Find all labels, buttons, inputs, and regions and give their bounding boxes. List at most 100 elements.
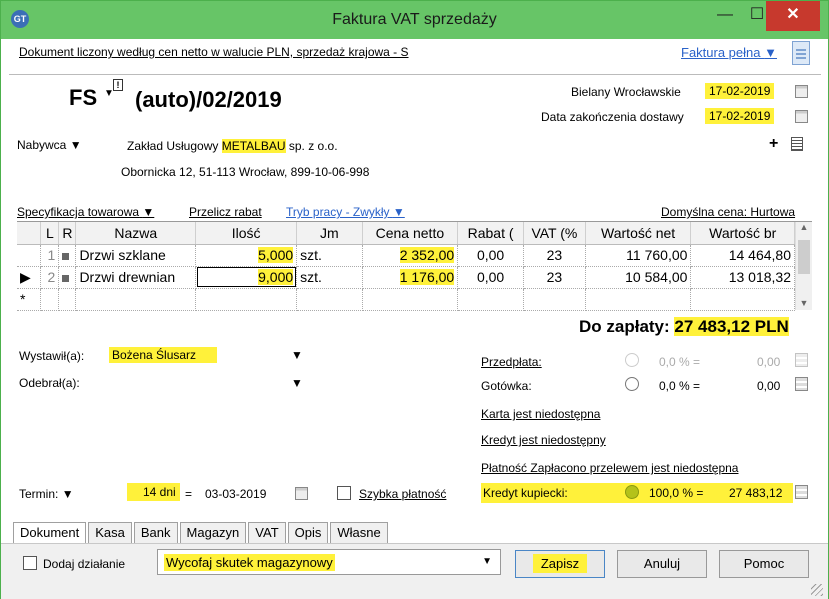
merchant-credit-radio[interactable] xyxy=(625,485,639,499)
calendar-icon[interactable] xyxy=(795,110,808,123)
chevron-down-icon: ▼ xyxy=(392,205,405,219)
tab-opis[interactable]: Opis xyxy=(287,522,329,543)
full-invoice-link[interactable]: Faktura pełna ▼ xyxy=(681,45,777,60)
term-equals: = xyxy=(185,487,193,501)
scroll-up-icon[interactable]: ▲ xyxy=(796,222,812,232)
calendar-icon[interactable] xyxy=(795,85,808,98)
scroll-down-icon[interactable]: ▼ xyxy=(796,298,812,308)
header-vat[interactable]: VAT (% xyxy=(523,222,586,245)
calculator-icon[interactable] xyxy=(795,353,808,367)
row-net-value: 11 760,00 xyxy=(585,244,692,267)
row-net-value: 10 584,00 xyxy=(585,266,692,289)
table-header-row: L R Nazwa Ilość Jm Cena netto Rabat ( VA… xyxy=(17,222,795,245)
row-lp: 1 xyxy=(40,244,60,267)
add-action-checkbox[interactable] xyxy=(23,556,37,570)
list-icon[interactable] xyxy=(791,137,803,151)
buyer-name[interactable]: Zakład Usługowy METALBAU sp. z o.o. xyxy=(127,139,338,153)
term-days-field[interactable]: 14 dni xyxy=(127,483,180,501)
items-table: L R Nazwa Ilość Jm Cena netto Rabat ( VA… xyxy=(17,221,812,313)
row-marker: ▶ xyxy=(17,266,42,289)
row-discount[interactable]: 0,00 xyxy=(457,266,524,289)
term-dropdown[interactable]: Termin: ▼ xyxy=(19,487,74,501)
header-name[interactable]: Nazwa xyxy=(75,222,197,245)
issued-by-field[interactable]: Bożena Ślusarz xyxy=(109,347,217,363)
cash-amount: 0,00 xyxy=(757,379,781,393)
row-quantity[interactable]: 9,000 xyxy=(195,266,298,289)
cash-pct: 0,0 % = xyxy=(659,379,701,393)
row-gross-value: 13 018,32 xyxy=(690,266,795,289)
card-unavailable-link[interactable]: Karta jest niedostępna xyxy=(481,407,600,421)
exclamation-icon: ! xyxy=(113,79,123,91)
chevron-down-icon: ▼ xyxy=(764,45,777,60)
chevron-down-icon: ▼ xyxy=(482,556,492,567)
issue-date-field[interactable]: 17-02-2019 xyxy=(705,83,775,99)
header-net-price[interactable]: Cena netto xyxy=(362,222,459,245)
action-select[interactable]: Wycofaj skutek magazynowy ▼ xyxy=(157,549,501,575)
row-vat[interactable]: 23 xyxy=(523,244,586,267)
calculator-icon[interactable] xyxy=(795,485,808,499)
header-unit[interactable]: Jm xyxy=(296,222,363,245)
row-net-price[interactable]: 1 176,00 xyxy=(362,266,459,289)
row-type-icon xyxy=(58,244,77,267)
credit-unavailable-link[interactable]: Kredyt jest niedostępny xyxy=(481,433,606,447)
total-to-pay: Do zapłaty: 27 483,12 PLN xyxy=(579,317,789,336)
table-scrollbar[interactable]: ▲ ▼ xyxy=(795,222,812,310)
row-unit[interactable]: szt. xyxy=(296,266,363,289)
tab-dokument[interactable]: Dokument xyxy=(13,522,87,543)
tab-bank[interactable]: Bank xyxy=(133,522,178,543)
delivery-end-date-field[interactable]: 17-02-2019 xyxy=(705,108,775,124)
tab-wlasne[interactable]: Własne xyxy=(330,522,388,543)
new-row[interactable]: * xyxy=(17,288,795,311)
spec-dropdown[interactable]: Specyfikacja towarowa ▼ xyxy=(17,205,154,219)
row-discount[interactable]: 0,00 xyxy=(457,244,524,267)
invoice-window: GT Faktura VAT sprzedaży — ☐ ✕ Dokument … xyxy=(0,0,829,599)
header-gross-value[interactable]: Wartość br xyxy=(690,222,795,245)
document-type[interactable]: FS xyxy=(69,85,97,111)
term-date[interactable]: 03-03-2019 xyxy=(205,487,266,501)
header-quantity[interactable]: Ilość xyxy=(195,222,298,245)
buyer-dropdown[interactable]: Nabywca ▼ xyxy=(17,138,82,152)
tab-magazyn[interactable]: Magazyn xyxy=(179,522,247,543)
recalc-discount-link[interactable]: Przelicz rabat xyxy=(189,205,262,219)
header-r[interactable]: R xyxy=(58,222,77,245)
tab-kasa[interactable]: Kasa xyxy=(88,522,132,543)
row-name[interactable]: Drzwi szklane xyxy=(75,244,197,267)
row-name[interactable]: Drzwi drewnian xyxy=(75,266,197,289)
quick-payment-checkbox[interactable] xyxy=(337,486,351,500)
resize-grip-icon[interactable] xyxy=(811,584,823,596)
add-icon[interactable]: + xyxy=(769,135,778,153)
calculator-icon[interactable] xyxy=(795,377,808,391)
merchant-credit-amount: 27 483,12 xyxy=(729,486,783,500)
calendar-icon[interactable] xyxy=(295,487,308,500)
help-button[interactable]: Pomoc xyxy=(719,550,809,578)
header-discount[interactable]: Rabat ( xyxy=(457,222,524,245)
table-row[interactable]: 1 Drzwi szklane 5,000 szt. 2 352,00 0,00… xyxy=(17,244,795,267)
cancel-button[interactable]: Anuluj xyxy=(617,550,707,578)
transfer-unavailable-link[interactable]: Płatność Zapłacono przelewem jest niedos… xyxy=(481,461,738,475)
header-l[interactable]: L xyxy=(40,222,60,245)
document-number: (auto)/02/2019 xyxy=(135,87,282,112)
table-row[interactable]: ▶ 2 Drzwi drewnian 9,000 szt. 1 176,00 0… xyxy=(17,266,795,289)
work-mode-link[interactable]: Tryb pracy - Zwykły ▼ xyxy=(286,205,405,219)
row-quantity[interactable]: 5,000 xyxy=(195,244,298,267)
document-subheader: Dokument liczony według cen netto w walu… xyxy=(9,41,821,75)
default-price-link[interactable]: Domyślna cena: Hurtowa xyxy=(661,205,795,219)
new-row-marker: * xyxy=(17,288,42,311)
row-unit[interactable]: szt. xyxy=(296,244,363,267)
merchant-credit-pct: 100,0 % = xyxy=(649,486,704,500)
tab-vat[interactable]: VAT xyxy=(248,522,286,543)
scroll-thumb[interactable] xyxy=(798,240,810,274)
chevron-down-icon[interactable]: ▼ xyxy=(291,376,303,390)
header-net-value[interactable]: Wartość net xyxy=(585,222,692,245)
quick-payment-label[interactable]: Szybka płatność xyxy=(359,487,446,501)
cash-radio[interactable] xyxy=(625,377,639,391)
add-action-label: Dodaj działanie xyxy=(43,557,126,571)
prepayment-radio[interactable] xyxy=(625,353,639,367)
chevron-down-icon[interactable]: ▼ xyxy=(291,348,303,362)
save-button[interactable]: Zapisz xyxy=(515,550,605,578)
row-net-price[interactable]: 2 352,00 xyxy=(362,244,459,267)
close-button[interactable]: ✕ xyxy=(766,1,820,31)
row-vat[interactable]: 23 xyxy=(523,266,586,289)
prepayment-label[interactable]: Przedpłata: xyxy=(481,355,542,369)
document-icon[interactable] xyxy=(792,41,810,65)
